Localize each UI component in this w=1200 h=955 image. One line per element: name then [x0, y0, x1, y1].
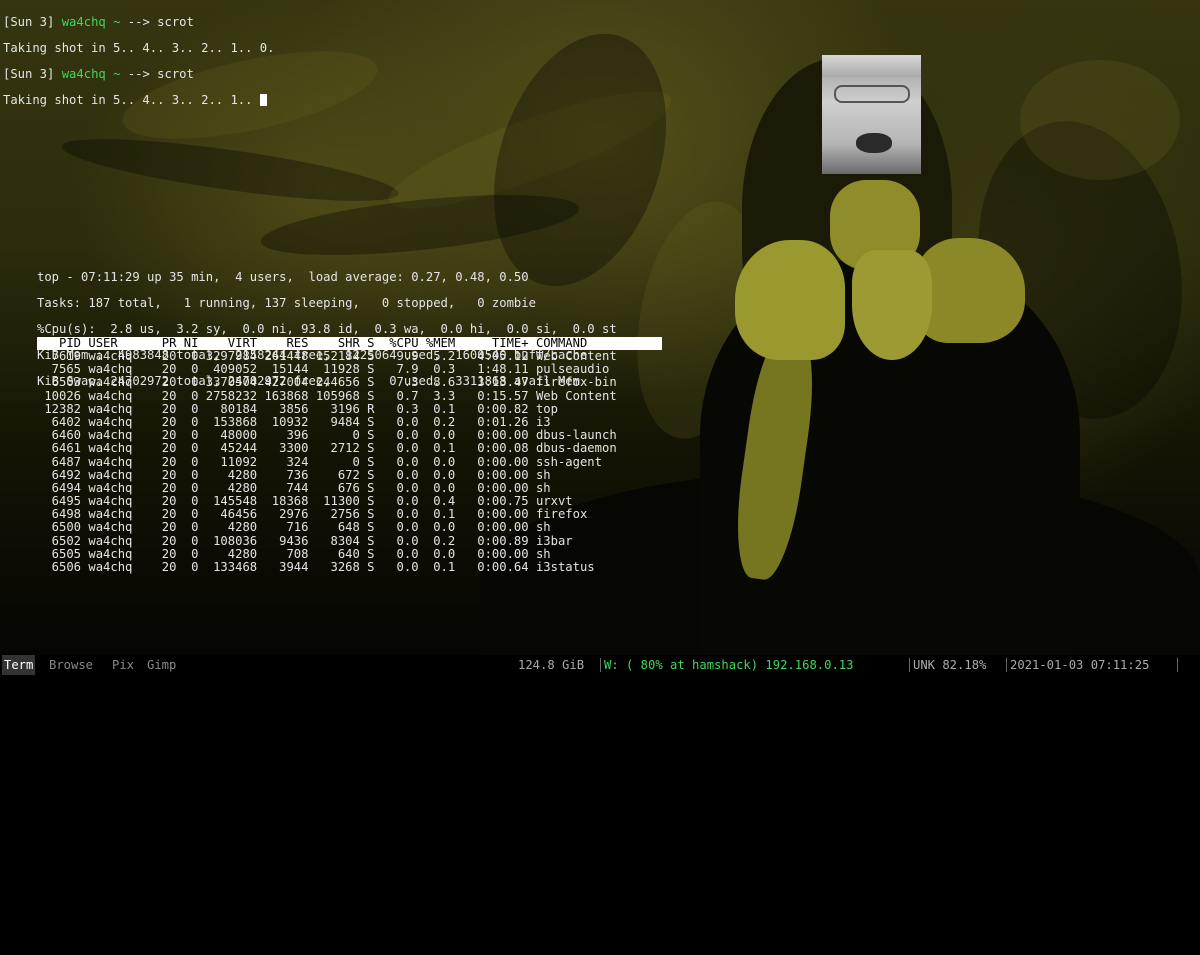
workspace-browse[interactable]: Browse — [47, 655, 95, 675]
process-row: 12382 wa4chq 20 0 80184 3856 3196 R 0.3 … — [37, 401, 558, 416]
command-output: Taking shot in 5.. 4.. 3.. 2.. 1.. 0. — [3, 41, 275, 55]
status-separator — [1006, 658, 1007, 672]
clock-status: 2021-01-03 07:11:25 — [1010, 658, 1150, 672]
prompt-bracket: [Sun 3] — [3, 67, 55, 81]
top-process-table[interactable]: PID USER PR NI VIRT RES SHR S %CPU %MEM … — [37, 337, 662, 574]
wifi-status: W: ( 80% at hamshack) 192.168.0.13 — [604, 658, 854, 672]
process-row: 6503 wa4chq 20 0 3370504 427004 244656 S… — [37, 375, 617, 390]
command-output: Taking shot in 5.. 4.. 3.. 2.. 1.. — [3, 94, 275, 107]
prompt-line: [Sun 3] wa4chq ~ --> scrot — [3, 68, 275, 81]
prompt-command: scrot — [157, 67, 194, 81]
process-row: 10026 wa4chq 20 0 2758232 163868 105968 … — [37, 388, 617, 403]
process-row: 6506 wa4chq 20 0 133468 3944 3268 S 0.0 … — [37, 560, 595, 574]
countdown-text: Taking shot in 5.. 4.. 3.. 2.. 1.. — [3, 93, 260, 107]
status-separator — [600, 658, 601, 672]
workspace-term[interactable]: Term — [2, 655, 36, 675]
process-row: 6492 wa4chq 20 0 4280 736 672 S 0.0 0.0 … — [37, 467, 551, 482]
status-separator — [1177, 658, 1178, 672]
process-row: 6487 wa4chq 20 0 11092 324 0 S 0.0 0.0 0… — [37, 454, 602, 469]
process-row: 6500 wa4chq 20 0 4280 716 648 S 0.0 0.0 … — [37, 520, 551, 535]
prompt-arrow: --> — [127, 15, 150, 29]
prompt-line: [Sun 3] wa4chq ~ --> scrot — [3, 16, 275, 29]
prompt-user: wa4chq — [61, 15, 106, 29]
terminal-shell-output[interactable]: [Sun 3] wa4chq ~ --> scrot Taking shot i… — [3, 3, 275, 120]
top-tasks-line: Tasks: 187 total, 1 running, 137 sleepin… — [37, 296, 536, 310]
workspace-gimp[interactable]: Gimp — [145, 655, 178, 675]
prompt-user: wa4chq — [61, 67, 106, 81]
process-row: 6461 wa4chq 20 0 45244 3300 2712 S 0.0 0… — [37, 441, 617, 456]
prompt-command: scrot — [157, 15, 194, 29]
prompt-path: ~ — [113, 67, 121, 81]
prompt-bracket: [Sun 3] — [3, 15, 55, 29]
process-row: 6502 wa4chq 20 0 108036 9436 8304 S 0.0 … — [37, 533, 573, 548]
workspace-pix[interactable]: Pix — [110, 655, 136, 675]
top-uptime-line: top - 07:11:29 up 35 min, 4 users, load … — [37, 270, 529, 284]
top-cpu-line: %Cpu(s): 2.8 us, 3.2 sy, 0.0 ni, 93.8 id… — [37, 322, 617, 336]
status-separator — [909, 658, 910, 672]
top-process-rows: 7619 wa4chq 20 0 3297984 261448 152184 S… — [37, 349, 662, 574]
face-photo — [822, 55, 921, 174]
i3-status-bar: Term Browse Pix Gimp 124.8 GiB W: ( 80% … — [0, 655, 1200, 675]
disk-free-status: 124.8 GiB — [518, 658, 585, 672]
prompt-path: ~ — [113, 15, 121, 29]
battery-status: UNK 82.18% — [913, 658, 987, 672]
text-cursor — [259, 94, 267, 106]
prompt-arrow: --> — [127, 67, 150, 81]
lock-icon[interactable] — [1181, 658, 1195, 672]
